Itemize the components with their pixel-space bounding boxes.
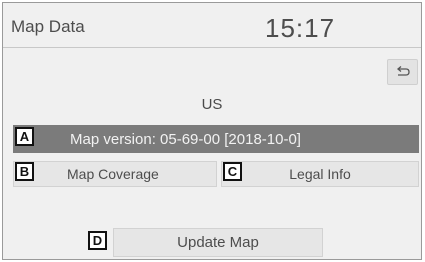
clock: 15:17 — [265, 13, 336, 43]
back-arrow-icon — [396, 66, 410, 76]
map-coverage-label: Map Coverage — [67, 166, 159, 182]
callout-b: B — [15, 162, 34, 181]
update-map-label: Update Map — [177, 234, 259, 251]
callout-c: C — [223, 162, 242, 181]
header-divider — [3, 47, 421, 48]
region-label: US — [201, 96, 223, 113]
callout-a: A — [15, 127, 34, 146]
legal-info-label: Legal Info — [289, 166, 351, 182]
legal-info-button[interactable]: Legal Info — [221, 161, 419, 187]
update-map-button[interactable]: Update Map — [113, 228, 323, 257]
map-data-screen: Map Data 15:17 US Map version: 05-69-00 … — [2, 2, 422, 260]
map-version-bar: Map version: 05-69-00 [2018-10-0] — [13, 125, 419, 153]
screen-title: Map Data — [11, 17, 85, 36]
map-version-text: Map version: 05-69-00 [2018-10-0] — [70, 131, 301, 148]
map-coverage-button[interactable]: Map Coverage — [13, 161, 217, 187]
back-button[interactable] — [387, 59, 418, 85]
callout-d: D — [88, 231, 107, 250]
